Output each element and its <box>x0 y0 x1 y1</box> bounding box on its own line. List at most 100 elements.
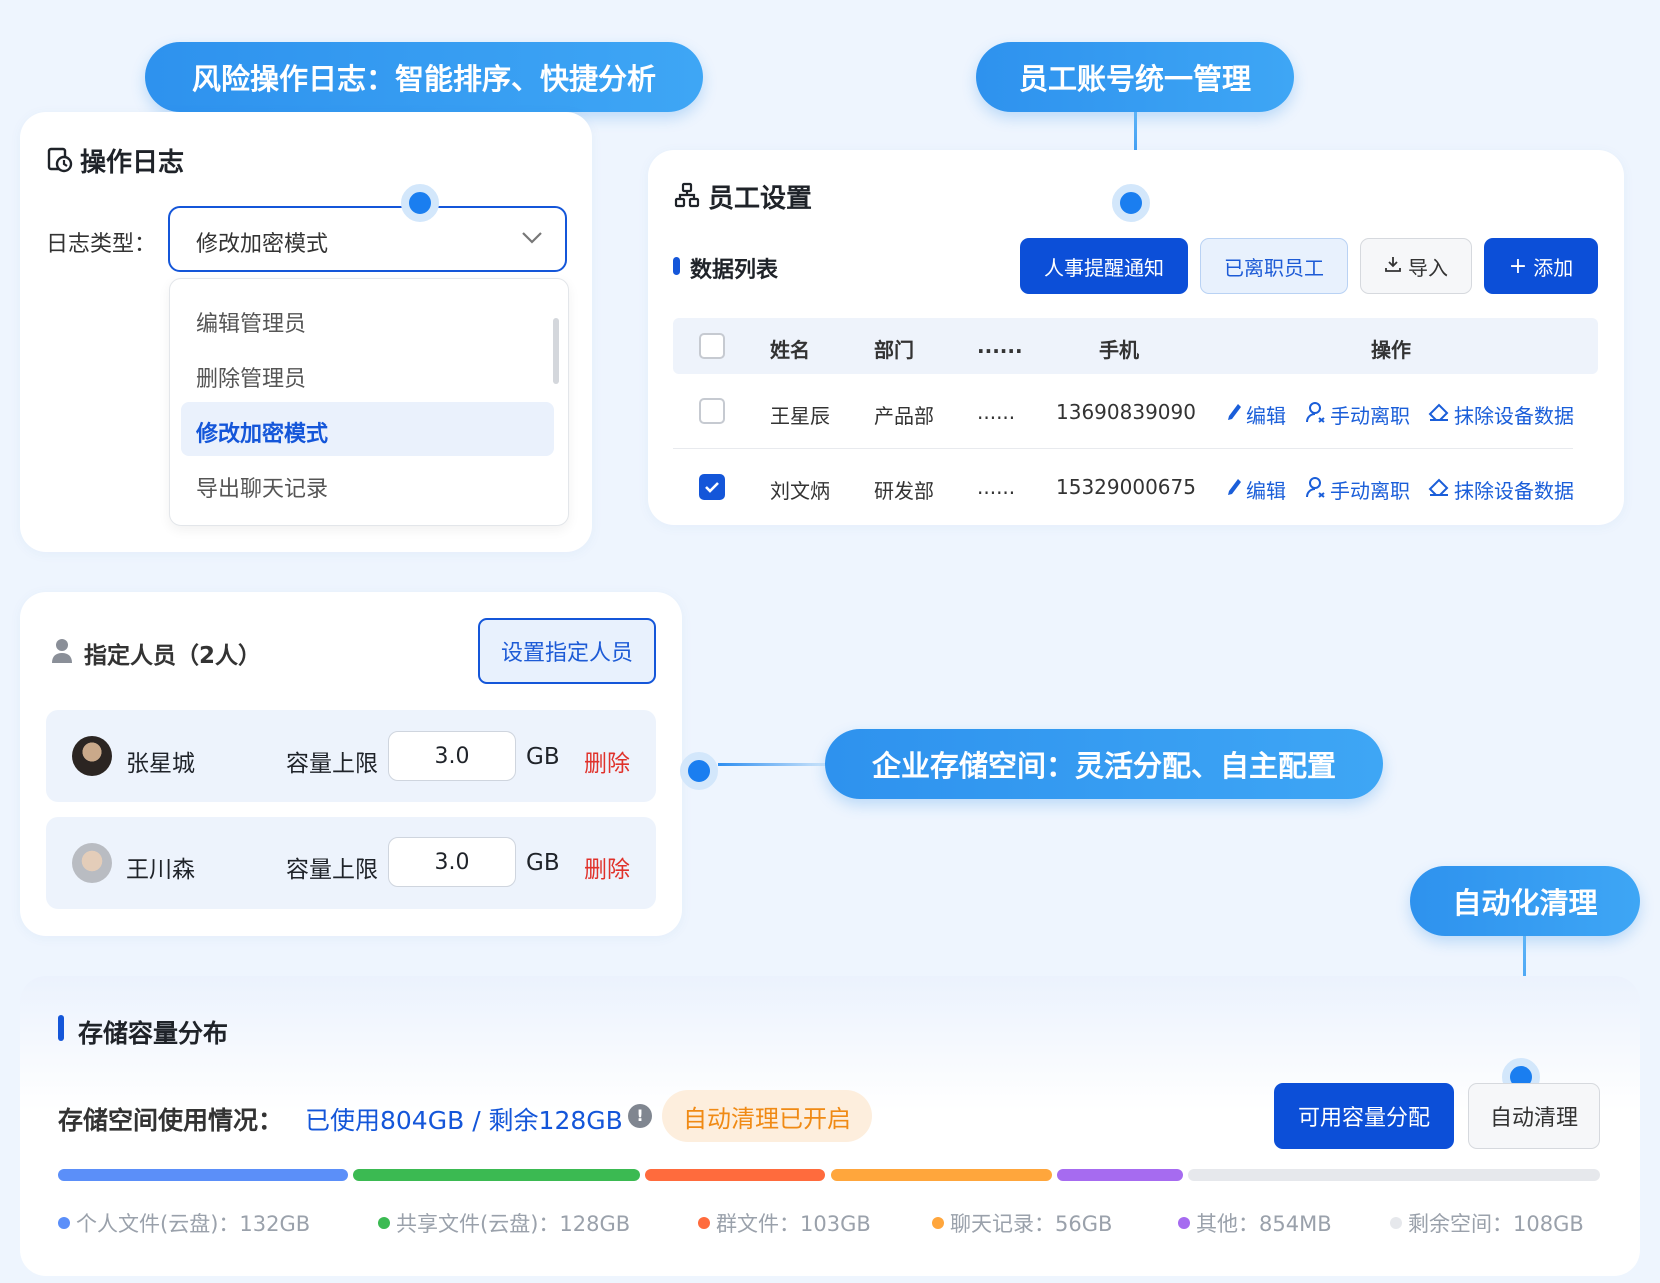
edit-label: 编辑 <box>1246 479 1286 503</box>
set-assigned-people-button[interactable]: 设置指定人员 <box>478 618 656 684</box>
legend-label: 剩余空间：108GB <box>1408 1212 1584 1236</box>
capacity-label: 容量上限 <box>286 751 378 777</box>
add-label: 添加 <box>1533 255 1574 280</box>
usage-label: 存储空间使用情况： <box>58 1106 284 1135</box>
avatar <box>72 736 112 776</box>
legend-label: 群文件：103GB <box>716 1212 871 1236</box>
avatar <box>72 843 112 883</box>
plus-icon: + <box>1508 253 1528 279</box>
hr-notify-button[interactable]: 人事提醒通知 <box>1020 238 1188 294</box>
section-marker <box>673 257 680 275</box>
manual-resign-action[interactable]: 手动离职 <box>1306 400 1410 429</box>
clock-doc-icon <box>46 146 74 174</box>
cell-dept: 产品部 <box>874 404 934 428</box>
user-minus-icon <box>1306 401 1326 428</box>
dropdown-option[interactable]: 导出聊天记录 <box>196 471 328 503</box>
pencil-icon <box>1226 402 1242 427</box>
legend-label: 个人文件(云盘)：132GB <box>76 1212 311 1236</box>
cell-phone: 13690839090 <box>1056 400 1196 424</box>
legend-dot <box>1390 1217 1402 1229</box>
legend-item: 个人文件(云盘)：132GB <box>58 1208 310 1238</box>
wipe-label: 抹除设备数据 <box>1454 404 1574 428</box>
wipe-device-action[interactable]: 抹除设备数据 <box>1428 475 1574 504</box>
log-type-label: 日志类型： <box>46 232 157 257</box>
connector-dot <box>680 752 718 790</box>
storage-panel-title: 存储容量分布 <box>78 1019 229 1048</box>
wipe-label: 抹除设备数据 <box>1454 479 1574 503</box>
legend-item: 群文件：103GB <box>698 1208 871 1238</box>
capacity-input[interactable]: 3.0 <box>388 731 516 781</box>
connector-dot <box>1112 184 1150 222</box>
legend-dot <box>378 1217 390 1229</box>
add-button[interactable]: + 添加 <box>1484 238 1598 294</box>
person-name: 王川森 <box>126 857 195 883</box>
callout-cleanup: 自动化清理 <box>1410 866 1640 936</box>
capacity-unit: GB <box>526 850 560 876</box>
dropdown-option[interactable]: 编辑管理员 <box>196 306 306 338</box>
data-list-title: 数据列表 <box>690 258 779 283</box>
legend-dot <box>58 1217 70 1229</box>
delete-link[interactable]: 删除 <box>584 850 630 884</box>
legend-item: 其他：854MB <box>1178 1208 1332 1238</box>
cell-name: 刘文炳 <box>770 479 830 503</box>
dropdown-option-selected[interactable]: 修改加密模式 <box>196 416 328 448</box>
legend-item: 聊天记录：56GB <box>932 1208 1112 1238</box>
dropdown-option[interactable]: 删除管理员 <box>196 361 306 393</box>
staff-panel-title: 员工设置 <box>708 184 813 214</box>
auto-clean-status-badge: 自动清理已开启 <box>662 1090 872 1142</box>
resign-label: 手动离职 <box>1330 404 1410 428</box>
row-checkbox[interactable] <box>699 398 725 424</box>
allocate-capacity-button[interactable]: 可用容量分配 <box>1274 1083 1454 1149</box>
callout-storage: 企业存储空间：灵活分配、自主配置 <box>825 729 1383 799</box>
user-minus-icon <box>1306 476 1326 503</box>
check-icon <box>705 482 719 493</box>
eraser-icon <box>1428 402 1450 427</box>
assigned-people-title: 指定人员（2人） <box>84 643 262 669</box>
cell-phone: 15329000675 <box>1056 475 1196 499</box>
row-checkbox-checked[interactable] <box>699 474 725 500</box>
legend-label: 聊天记录：56GB <box>950 1212 1113 1236</box>
legend-dot <box>698 1217 710 1229</box>
cell-name: 王星辰 <box>770 404 830 428</box>
manual-resign-action[interactable]: 手动离职 <box>1306 475 1410 504</box>
edit-label: 编辑 <box>1246 404 1286 428</box>
cell-more: ...... <box>977 475 1016 499</box>
bar-segment-chat <box>831 1169 1052 1181</box>
edit-action[interactable]: 编辑 <box>1226 475 1286 504</box>
column-header-name: 姓名 <box>770 338 810 362</box>
edit-action[interactable]: 编辑 <box>1226 400 1286 429</box>
delete-link[interactable]: 删除 <box>584 744 630 778</box>
bar-segment-other <box>1057 1169 1183 1181</box>
capacity-input[interactable]: 3.0 <box>388 837 516 887</box>
bar-segment-group <box>645 1169 825 1181</box>
legend-dot <box>1178 1217 1190 1229</box>
callout-log: 风险操作日志：智能排序、快捷分析 <box>145 42 703 112</box>
legend-item: 共享文件(云盘)：128GB <box>378 1208 630 1238</box>
legend-item: 剩余空间：108GB <box>1390 1208 1584 1238</box>
import-label: 导入 <box>1408 255 1448 280</box>
legend-label: 其他：854MB <box>1196 1212 1332 1236</box>
resigned-staff-button[interactable]: 已离职员工 <box>1200 238 1348 294</box>
column-header-dept: 部门 <box>874 338 914 362</box>
usage-value: 已使用804GB / 剩余128GB <box>305 1106 623 1135</box>
org-chart-icon <box>674 182 700 208</box>
column-header-actions: 操作 <box>1371 338 1411 362</box>
log-panel-title: 操作日志 <box>80 148 185 178</box>
column-header-more: ...... <box>977 334 1023 358</box>
auto-clean-button[interactable]: 自动清理 <box>1468 1083 1600 1149</box>
import-button[interactable]: 导入 <box>1360 238 1472 294</box>
person-name: 张星城 <box>126 751 195 777</box>
connector-dot <box>401 184 439 222</box>
cell-more: ...... <box>977 400 1016 424</box>
wipe-device-action[interactable]: 抹除设备数据 <box>1428 400 1574 429</box>
dropdown-scrollbar[interactable] <box>553 318 559 384</box>
legend-label: 共享文件(云盘)：128GB <box>396 1212 631 1236</box>
select-all-checkbox[interactable] <box>699 333 725 359</box>
capacity-label: 容量上限 <box>286 857 378 883</box>
info-icon[interactable]: ! <box>628 1104 652 1128</box>
bar-segment-free <box>1188 1169 1600 1181</box>
connector-line <box>718 763 826 766</box>
callout-staff: 员工账号统一管理 <box>976 42 1294 112</box>
resign-label: 手动离职 <box>1330 479 1410 503</box>
log-type-select[interactable]: 修改加密模式 <box>168 206 567 272</box>
